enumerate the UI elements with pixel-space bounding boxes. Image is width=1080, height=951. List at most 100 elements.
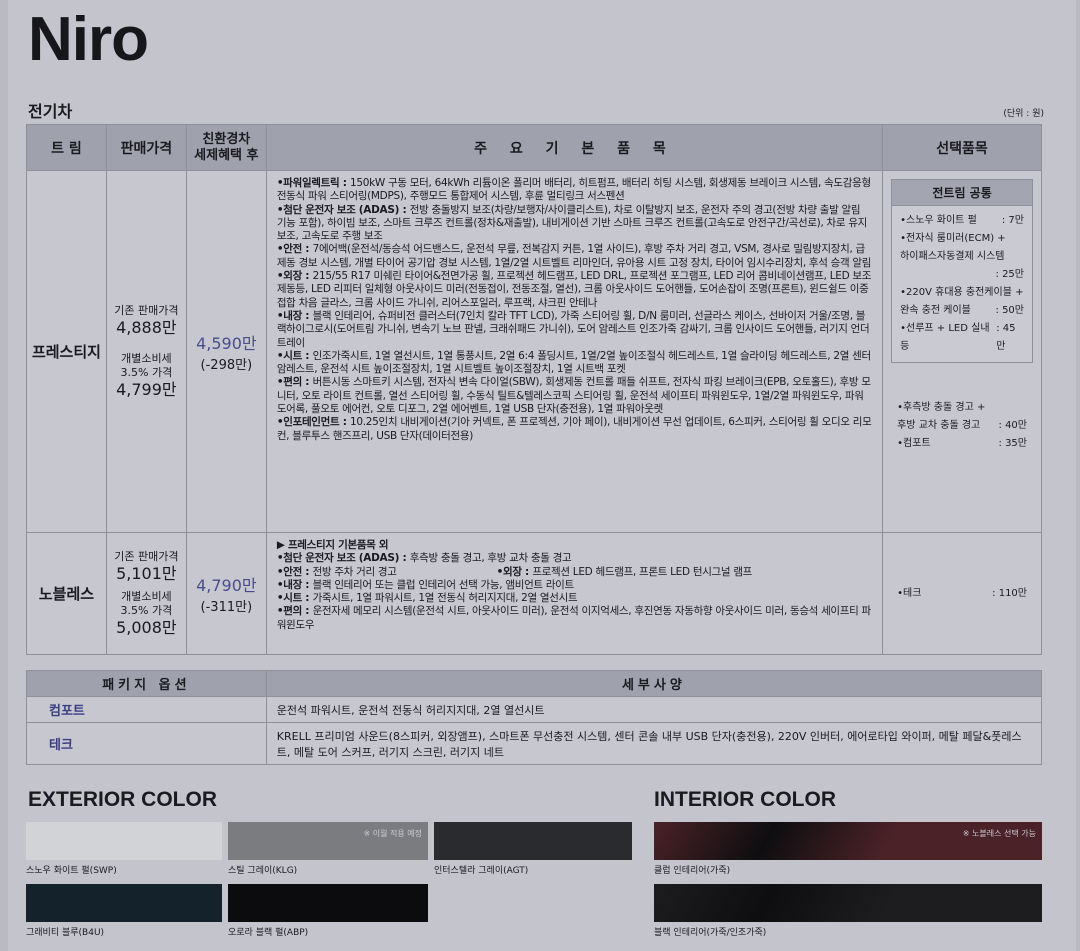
tax-label-2: 3.5% 가격 — [120, 603, 173, 617]
table-row: 테크 KRELL 프리미엄 사운드(8스피커, 외장앰프), 스마트폰 무선충전… — [26, 722, 1043, 765]
option-name: 완속 충전 케이블 — [900, 305, 971, 316]
option-item: •컴포트: 35만 — [897, 435, 1027, 453]
option-name: •스노우 화이트 펄 — [900, 215, 977, 226]
feature-text: 운전자세 메모리 시스템(운전석 시트, 아웃사이드 미러), 운전석 이지억세… — [276, 605, 871, 631]
page-title: Niro — [28, 5, 149, 74]
color-swatch: 블랙 인테리어(가죽/인조가죽) — [654, 884, 1042, 938]
feature-text: 7에어백(운전석/동승석 어드밴스드, 운전석 무릎, 전복감지 커튼, 1열 … — [276, 243, 872, 269]
swatch-label: 클럽 인테리어(가죽) — [654, 866, 731, 876]
option-price: : 45만 — [996, 323, 1016, 352]
price-cell: 기존 판매가격 4,888만 개별소비세 3.5% 가격 4,799만 — [105, 170, 187, 533]
feature-item: •편의 : 버튼시동 스마트키 시스템, 전자식 변속 다이얼(SBW), 회생… — [277, 376, 872, 416]
benefit-price: 4,790만 — [196, 576, 257, 595]
feature-head: •첨단 운전자 보조 (ADAS) : — [276, 552, 410, 565]
swatch-note: ※ 노블레스 선택 가능 — [962, 829, 1036, 838]
package-name: 컴포트 — [26, 696, 267, 723]
feature-head: •외장 : — [276, 270, 313, 283]
benefit-price: 4,590만 — [196, 334, 257, 353]
table-row-noblesse: 노블레스 기존 판매가격 5,101만 개별소비세 3.5% 가격 5,008만… — [26, 532, 1042, 655]
trim-options-list: •후측방 충돌 경고 + 후방 교차 충돌 경고: 40만 •컴포트: 35만 — [891, 399, 1033, 453]
header-package-option: 패키지 옵션 — [26, 670, 267, 697]
tax-label: 개별소비세 — [121, 589, 172, 603]
option-item: •전자식 룸미러(ECM) + — [900, 230, 1024, 248]
feature-head: •시트 : — [276, 592, 313, 605]
header-price: 판매가격 — [105, 124, 187, 171]
benefit-cell: 4,790만 (-311만) — [185, 532, 267, 655]
feature-head: •안전 : — [276, 243, 313, 256]
tax-price: 5,008만 — [116, 617, 177, 637]
swatch-box: ※ 노블레스 선택 가능 — [654, 822, 1042, 860]
color-swatch: 인터스텔라 그레이(AGT) — [434, 822, 632, 876]
header-package-detail: 세부사양 — [265, 670, 1043, 697]
options-cell: •테크 : 110만 — [882, 532, 1042, 655]
header-benefit-text: 친환경차 세제혜택 후 — [194, 131, 259, 163]
header-benefit: 친환경차 세제혜택 후 — [185, 124, 267, 171]
color-swatch: ※ 이월 적용 예정 스틸 그레이(KLG) — [228, 822, 428, 876]
feature-head: •내장 : — [276, 578, 313, 591]
features-cell: ▶ 프레스티지 기본품목 외 •첨단 운전자 보조 (ADAS) : 후측방 충돌… — [265, 532, 884, 655]
option-item: •선루프 + LED 실내등 : 45만 — [900, 320, 1024, 356]
feature-text: 블랙 인테리어, 슈퍼비전 클러스터(7인치 칼라 TFT LCD), 가죽 스… — [276, 309, 870, 349]
feature-head: •첨단 운전자 보조 (ADAS) : — [276, 203, 410, 216]
feature-item: •안전 : 7에어백(운전석/동승석 어드밴스드, 운전석 무릎, 전복감지 커… — [277, 243, 872, 270]
benefit-cell: 4,590만 (-298만) — [185, 170, 267, 533]
header-trim: 트 림 — [26, 124, 107, 171]
options-cell: 전트림 공통 •스노우 화이트 펄: 7만 •전자식 룸미러(ECM) + 하이패스… — [882, 170, 1042, 533]
feature-text: 블랙 인테리어 또는 클럽 인테리어 선택 가능, 앰비언트 라이트 — [312, 578, 575, 591]
option-price: : 110만 — [992, 587, 1027, 599]
color-swatch: ※ 노블레스 선택 가능클럽 인테리어(가죽) — [654, 822, 1042, 876]
swatch-box — [26, 822, 222, 860]
benefit-diff: (-311만) — [200, 600, 253, 615]
option-item: 완속 충전 케이블: 50만 — [900, 302, 1024, 320]
color-swatch: 그래비티 블루(B4U) — [26, 884, 222, 938]
interior-title: INTERIOR COLOR — [654, 788, 836, 811]
option-name: •선루프 + LED 실내등 — [900, 323, 990, 352]
common-options-box: 전트림 공통 •스노우 화이트 펄: 7만 •전자식 룸미러(ECM) + 하이패스… — [891, 179, 1033, 363]
header-features: 주 요 기 본 품 목 — [265, 124, 884, 171]
feature-text: 후측방 충돌 경고, 후방 교차 충돌 경고 — [409, 552, 572, 565]
base-price-label: 기존 판매가격 — [114, 303, 179, 317]
feature-head: •인포테인먼트 : — [276, 416, 350, 429]
option-name: •220V 휴대용 충전케이블 + — [900, 287, 1024, 298]
tax-label: 개별소비세 — [121, 351, 172, 365]
option-item: 하이패스자동결제 시스템 — [900, 248, 1024, 266]
benefit-diff: (-298만) — [200, 358, 253, 373]
feature-text: 인조가죽시트, 1열 열선시트, 1열 통풍시트, 2열 6:4 폴딩시트, 1… — [276, 349, 871, 376]
feature-text: 215/55 R17 미쉐린 타이어&전면가공 휠, 프로젝션 헤드램프, LE… — [276, 270, 872, 309]
swatch-label: 오로라 블랙 펄(ABP) — [228, 928, 309, 938]
feature-head: •외장 : — [496, 565, 533, 578]
swatch-box — [434, 822, 632, 860]
unit-note: (단위 : 원) — [1003, 109, 1044, 119]
feature-text: 10.25인치 내비게이션(기아 커넥트, 폰 프로젝션, 기아 페이), 내비… — [276, 416, 872, 442]
option-name: •테크 — [897, 587, 922, 599]
color-swatch: 스노우 화이트 펄(SWP) — [26, 822, 222, 876]
trim-name: 노블레스 — [26, 532, 107, 655]
common-options-head: 전트림 공통 — [892, 180, 1032, 206]
features-intro: ▶ 프레스티지 기본품목 외 — [276, 539, 389, 551]
feature-item: •파워일렉트릭 : 150kW 구동 모터, 64kWh 리튬이온 폴리머 배터… — [277, 177, 872, 204]
price-table: 트 림 판매가격 친환경차 세제혜택 후 주 요 기 본 품 목 선택품목 프레스… — [26, 124, 1042, 655]
color-swatch: 오로라 블랙 펄(ABP) — [228, 884, 428, 938]
feature-item: •첨단 운전자 보조 (ADAS) : 후측방 충돌 경고, 후방 교차 충돌 … — [277, 552, 872, 565]
swatch-box — [26, 884, 222, 922]
swatch-label: 스노우 화이트 펄(SWP) — [26, 866, 117, 876]
brochure-page: Niro 전기차 (단위 : 원) 트 림 판매가격 친환경차 세제혜택 후 주 … — [8, 0, 1076, 951]
price-cell: 기존 판매가격 5,101만 개별소비세 3.5% 가격 5,008만 — [105, 532, 187, 655]
trim-name: 프레스티지 — [26, 170, 107, 533]
option-name: •전자식 룸미러(ECM) + — [900, 233, 1006, 244]
package-table: 패키지 옵션 세부사양 컴포트 운전석 파워시트, 운전석 전동식 허리지지대,… — [26, 670, 1043, 765]
option-item: : 25만 — [900, 266, 1024, 284]
option-name: 하이패스자동결제 시스템 — [900, 251, 1005, 262]
price-table-header: 트 림 판매가격 친환경차 세제혜택 후 주 요 기 본 품 목 선택품목 — [26, 124, 1042, 171]
package-detail: KRELL 프리미엄 사운드(8스피커, 외장앰프), 스마트폰 무선충전 시스… — [265, 722, 1043, 765]
feature-head: •파워일렉트릭 : — [276, 177, 350, 189]
swatch-label: 그래비티 블루(B4U) — [26, 928, 105, 938]
option-price: : 35만 — [998, 438, 1027, 449]
feature-text: 버튼시동 스마트키 시스템, 전자식 변속 다이얼(SBW), 회생제동 컨트롤… — [276, 376, 871, 416]
feature-item: •편의 : 운전자세 메모리 시스템(운전석 시트, 아웃사이드 미러), 운전… — [277, 605, 872, 632]
feature-item: •시트 : 인조가죽시트, 1열 열선시트, 1열 통풍시트, 2열 6:4 폴… — [277, 350, 872, 377]
feature-item: •내장 : 블랙 인테리어, 슈퍼비전 클러스터(7인치 칼라 TFT LCD)… — [277, 310, 872, 350]
feature-item: •시트 : 가죽시트, 1열 파워시트, 1열 전동식 허리지지대, 2열 열선… — [277, 592, 872, 605]
feature-item: •인포테인먼트 : 10.25인치 내비게이션(기아 커넥트, 폰 프로젝션, … — [277, 416, 872, 443]
feature-text: 가죽시트, 1열 파워시트, 1열 전동식 허리지지대, 2열 열선시트 — [312, 592, 578, 605]
